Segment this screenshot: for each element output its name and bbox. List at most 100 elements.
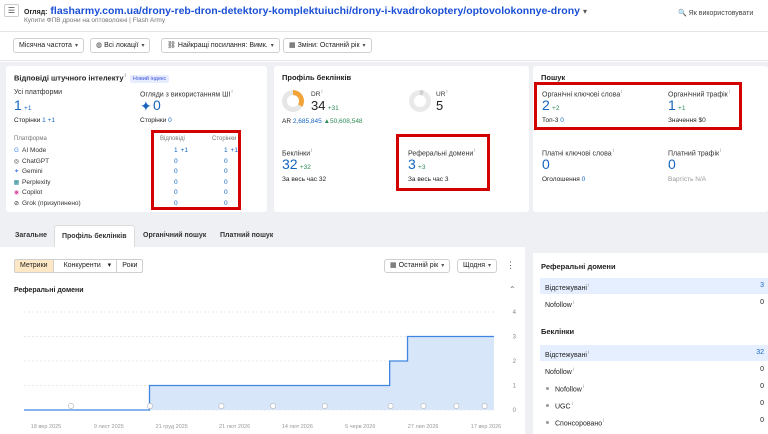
all-platforms-label: Усі платформи [14,89,63,96]
link-icon: ⛓ [167,42,176,49]
more-options-icon[interactable]: ⋮ [506,260,515,271]
page-url-link[interactable]: flasharmy.com.ua/drony-reb-dron-detektor… [50,5,580,17]
period-dropdown[interactable]: ▦ Останній рік ▾ [384,259,451,273]
overview-pages-value[interactable]: 0 [168,117,172,124]
side-backlinks-row[interactable]: Відстежуваніi 32 [540,345,768,361]
ads-value[interactable]: 0 [582,176,586,183]
years-toggle[interactable]: Роки [117,260,142,272]
chevron-down-icon: ▾ [488,263,492,269]
annotation-marker[interactable] [68,403,74,409]
platform-column-header: Платформа [14,136,47,142]
backlinks-value: 32 [282,156,298,172]
info-icon[interactable]: i [572,401,573,407]
info-icon[interactable]: i [603,418,604,424]
copilot-icon: ◉ [13,190,20,196]
chevron-down-icon: ▾ [74,43,78,49]
backlinks-alltime-row: За весь час 32 [282,176,326,183]
side-ref-domains-row[interactable]: Відстежуваніi 3 [540,278,768,294]
annotation-marker[interactable] [387,403,394,409]
annotation-marker[interactable] [321,403,328,409]
side-backlinks-row[interactable]: UGCi 0 [540,396,768,412]
side-row-label: UGC [555,403,571,411]
frequency-dropdown[interactable]: Місячна частота ▾ [13,38,84,53]
x-tick-label: 17 вер 2026 [471,424,501,430]
side-row-label: Відстежувані [545,285,587,293]
backlinks-metric[interactable]: 32 +32 [282,156,311,172]
all-pages-row: Сторінки 1 +1 [14,117,55,124]
platform-row: ◎ ChatGPT [13,158,49,165]
ai-title-text: Відповіді штучного інтелекту [14,73,124,83]
chevron-down-icon[interactable]: ▾ [583,7,587,16]
ur-donut [409,90,431,112]
info-icon[interactable]: i [446,89,447,95]
info-icon[interactable]: i [231,89,232,95]
info-icon[interactable]: i [311,148,312,154]
ai-overview-value[interactable]: 0 [153,97,161,113]
annotation-marker[interactable] [420,403,427,409]
changes-label: Зміни: Останній рік [297,42,360,49]
side-ref-domains-title: Реферальні домени [541,262,616,271]
ar-value[interactable]: 2,685,845 [293,118,322,125]
interval-dropdown[interactable]: Щодня ▾ [457,259,498,273]
competitors-toggle[interactable]: Конкуренти ▾ [54,260,118,272]
page-header: ☰ Огляд: flasharmy.com.ua/drony-reb-dron… [0,0,768,30]
info-icon[interactable]: i [573,367,574,373]
help-link[interactable]: 🔍 Як використовувати [678,9,753,17]
ai-overview-icon: ✦ [140,98,152,114]
all-platforms-metric[interactable]: 1 +1 [14,97,31,113]
tab-organic-search[interactable]: Органічний пошук [136,225,213,247]
ads-label: Оголошення [542,176,580,183]
highlight-box [151,130,241,210]
changes-dropdown[interactable]: ▦ Зміни: Останній рік ▾ [283,38,372,53]
side-ref-domains-row[interactable]: Nofollowi 0 [540,295,768,311]
y-tick-label: 0 [513,408,517,414]
paid-keywords-value[interactable]: 0 [542,156,550,172]
info-icon[interactable]: i [613,148,614,154]
side-backlinks-row[interactable]: Спонсорованоi 0 [540,413,768,429]
platform-row: G AI Mode [13,147,46,154]
pages-value[interactable]: 1 [42,117,46,124]
platform-name: Grok (призупинено) [22,199,81,207]
bullet-icon [546,387,549,391]
collapse-icon[interactable]: ⌃ [509,285,516,294]
filter-bar: Місячна частота ▾ ◍ Всі локації ▾ ⛓ Найкращі… [0,31,768,61]
side-row-label: Nofollow [545,369,572,377]
google-icon: G [14,148,19,154]
tab-overview[interactable]: Загальне [8,225,54,247]
locations-dropdown[interactable]: ◍ Всі локації ▾ [90,38,151,53]
annotation-marker[interactable] [218,403,225,409]
menu-icon[interactable]: ☰ [4,4,19,17]
info-icon[interactable]: i [573,300,574,306]
info-icon[interactable]: i [321,89,322,95]
overview-pages-label: Сторінки [140,117,167,124]
annotation-marker[interactable] [481,403,488,409]
annotation-marker[interactable] [147,403,153,409]
x-tick-label: 21 лют 2026 [219,424,250,430]
info-icon[interactable]: i [583,384,584,390]
info-icon[interactable]: i [720,148,721,154]
info-icon[interactable]: i [588,350,589,356]
chart-title: Реферальні домени [14,287,84,294]
tab-paid-search[interactable]: Платний пошук [213,225,280,247]
side-row-value: 0 [760,366,764,373]
x-tick-label: 21 груд 2025 [156,424,188,430]
best-links-label: Найкращі посилання: Вимк. [177,42,268,49]
side-row-value: 3 [760,282,764,289]
x-tick-label: 18 вер 2025 [31,424,61,430]
ar-label: AR [282,118,292,125]
tab-backlink-profile[interactable]: Профіль беклінків [54,225,135,247]
paid-traffic-value[interactable]: 0 [668,156,676,172]
info-icon[interactable]: i [588,283,589,289]
annotation-marker[interactable] [453,403,460,409]
dr-delta: +31 [327,105,339,112]
all-platforms-value: 1 [14,97,22,113]
calendar-icon: ▦ [390,262,397,269]
cost-value: N/A [695,176,707,183]
backlinks-delta: +32 [299,164,311,171]
annotation-marker[interactable] [270,403,277,409]
metrics-toggle[interactable]: Метрики [15,260,54,272]
info-icon[interactable]: i [125,73,126,79]
side-backlinks-row[interactable]: Nofollowi 0 [540,379,768,395]
best-links-dropdown[interactable]: ⛓ Найкращі посилання: Вимк. ▾ [161,38,280,53]
side-backlinks-row[interactable]: Nofollowi 0 [540,362,768,378]
